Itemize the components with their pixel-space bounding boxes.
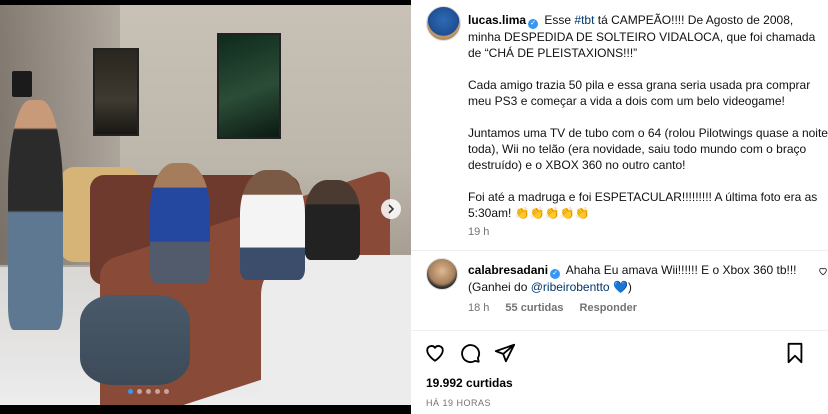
verified-badge-icon: ✓ [528, 19, 539, 29]
comment-like-heart-icon[interactable] [818, 266, 828, 279]
caption-paragraph-3: Juntamos uma TV de tubo com o 64 (rolou … [468, 126, 828, 172]
carousel-dot [137, 389, 142, 394]
caption-hashtag[interactable]: #tbt [574, 13, 594, 27]
post-media [0, 0, 411, 414]
photo-person-lying [80, 295, 190, 385]
bookmark-icon[interactable] [784, 342, 806, 364]
post-caption: lucas.lima ✓ Esse #tbt tá CAMPEÃO!!!! De … [468, 12, 828, 237]
carousel-dot [164, 389, 169, 394]
comment-meta: 18 h 55 curtidas Responder [468, 302, 637, 314]
photo-speaker [12, 71, 32, 97]
divider [411, 250, 828, 251]
likes-count[interactable]: 19.992 curtidas [426, 376, 513, 390]
comment-likes[interactable]: 55 curtidas [505, 302, 563, 314]
caption-meta: 19 h [468, 226, 489, 238]
send-icon[interactable] [494, 342, 516, 364]
action-bar [424, 342, 828, 364]
comment-text-end: 💙) [612, 280, 632, 294]
post-photo [0, 5, 411, 405]
comment-age: 18 h [468, 302, 490, 314]
photo-poster-left [93, 48, 139, 136]
author-username[interactable]: lucas.lima [468, 13, 526, 27]
photo-person-white-shirt [240, 170, 305, 280]
author-avatar[interactable] [426, 6, 461, 41]
carousel-dot [146, 389, 151, 394]
caption-paragraph-2: Cada amigo trazia 50 pila e essa grana s… [468, 78, 811, 108]
heart-icon[interactable] [424, 342, 446, 364]
carousel-dot [155, 389, 160, 394]
chevron-right-icon[interactable] [381, 199, 401, 219]
commenter-username[interactable]: calabresadani [468, 263, 548, 277]
photo-person-dark-shirt [305, 180, 360, 260]
comment: calabresadani ✓ Ahaha Eu amava Wii!!!!!! … [468, 262, 808, 295]
carousel-dot [128, 389, 133, 394]
post-sidebar: lucas.lima ✓ Esse #tbt tá CAMPEÃO!!!! De … [411, 0, 828, 414]
comment-reply-button[interactable]: Responder [580, 302, 637, 314]
commenter-avatar[interactable] [426, 258, 458, 290]
comment-mention[interactable]: @ribeirobentto [531, 280, 610, 294]
carousel-dots [128, 389, 169, 394]
caption-text-pre: Esse [544, 13, 572, 27]
post-time: HÁ 19 HORAS [426, 398, 492, 408]
caption-paragraph-4: Foi até a madruga e foi ESPETACULAR!!!!!… [468, 190, 818, 220]
photo-poster-matrix [217, 33, 281, 139]
divider [411, 330, 828, 331]
photo-person-blue-shirt [150, 163, 210, 283]
verified-badge-icon: ✓ [550, 269, 561, 279]
photo-person-standing [8, 100, 63, 330]
comment-icon[interactable] [459, 342, 481, 364]
caption-age: 19 h [468, 226, 490, 238]
